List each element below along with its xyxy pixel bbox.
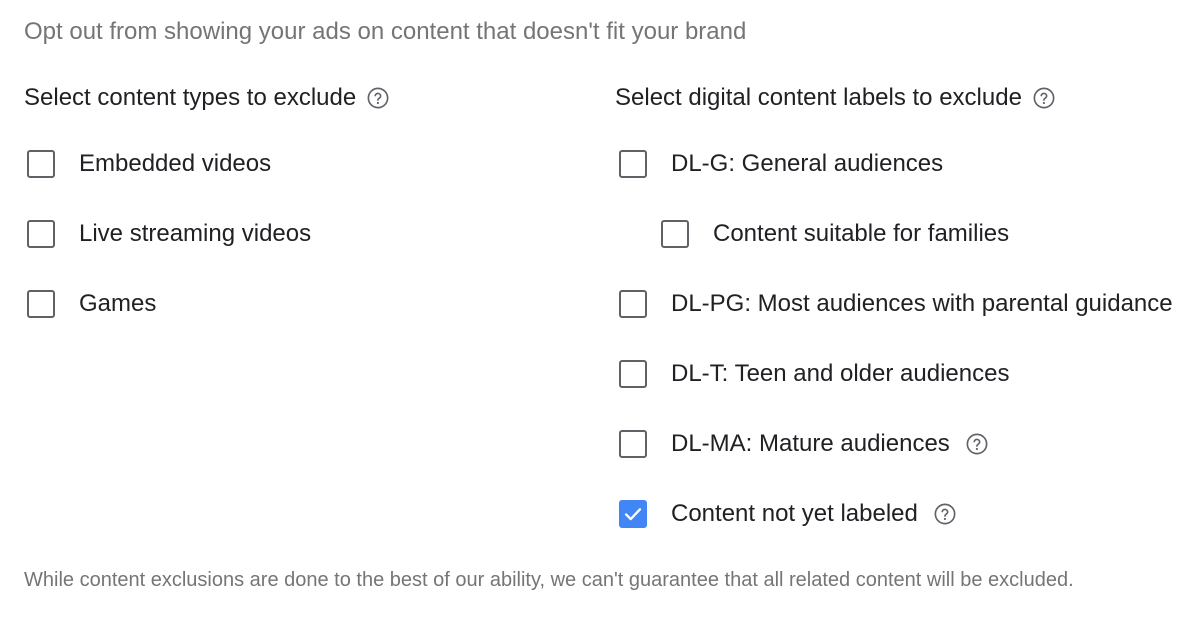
option-label: Live streaming videos (79, 220, 312, 247)
content-label-option-dl-t[interactable]: DL-T: Teen and older audiences (619, 356, 1009, 392)
option-label: DL-PG: Most audiences with parental guid… (671, 290, 1173, 317)
question-circle-icon[interactable] (367, 87, 389, 109)
content-type-option-embedded-videos[interactable]: Embedded videos (27, 146, 271, 182)
option-label: Games (79, 290, 157, 317)
option-label: Content suitable for families (713, 220, 1010, 247)
content-types-heading: Select content types to exclude (24, 84, 389, 112)
checkbox[interactable] (619, 150, 647, 178)
checkbox[interactable] (27, 220, 55, 248)
checkbox[interactable] (27, 150, 55, 178)
content-label-option-dl-g[interactable]: DL-G: General audiences (619, 146, 943, 182)
option-label: DL-MA: Mature audiences (671, 430, 950, 457)
content-label-option-not-yet-labeled[interactable]: Content not yet labeled (619, 496, 956, 532)
option-label: Content not yet labeled (671, 500, 918, 527)
checkbox[interactable] (619, 290, 647, 318)
intro-text: Opt out from showing your ads on content… (24, 18, 747, 45)
content-label-option-dl-pg[interactable]: DL-PG: Most audiences with parental guid… (619, 286, 1173, 322)
checkmark-icon (624, 508, 642, 521)
content-label-option-families[interactable]: Content suitable for families (661, 216, 1009, 252)
question-circle-icon[interactable] (934, 503, 956, 525)
content-label-option-dl-ma[interactable]: DL-MA: Mature audiences (619, 426, 988, 462)
question-circle-icon[interactable] (1033, 87, 1055, 109)
question-circle-icon[interactable] (966, 433, 988, 455)
checkbox[interactable] (619, 430, 647, 458)
option-label: DL-T: Teen and older audiences (671, 360, 1010, 387)
footer-disclaimer: While content exclusions are done to the… (24, 569, 1074, 591)
content-types-heading-label: Select content types to exclude (24, 84, 357, 111)
option-label: DL-G: General audiences (671, 150, 944, 177)
option-label: Embedded videos (79, 150, 272, 177)
checkbox[interactable] (27, 290, 55, 318)
checkbox[interactable] (661, 220, 689, 248)
content-type-option-games[interactable]: Games (27, 286, 156, 322)
checkbox-checked[interactable] (619, 500, 647, 528)
content-type-option-live-streaming[interactable]: Live streaming videos (27, 216, 311, 252)
content-labels-heading: Select digital content labels to exclude (615, 84, 1055, 112)
checkbox[interactable] (619, 360, 647, 388)
content-labels-heading-label: Select digital content labels to exclude (615, 84, 1022, 111)
